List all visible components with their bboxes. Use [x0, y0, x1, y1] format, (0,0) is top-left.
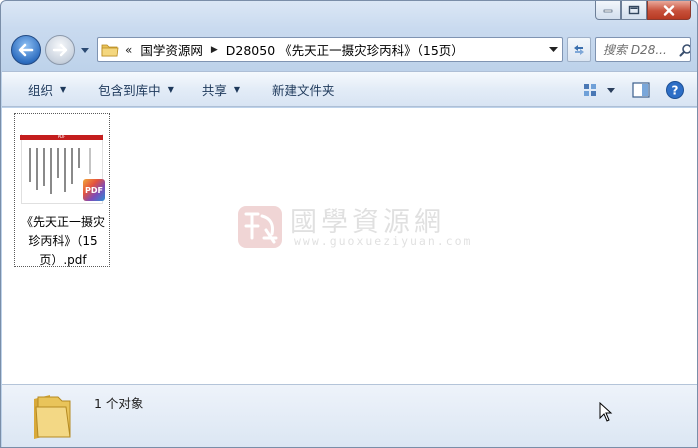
seal-logo-icon	[238, 206, 282, 248]
watermark: 國學資源網 www.guoxueziyuan.com	[236, 200, 506, 252]
preview-pane-button[interactable]	[626, 78, 656, 102]
help-icon: ?	[666, 81, 684, 99]
close-icon	[663, 4, 675, 16]
folder-icon	[101, 44, 119, 56]
search-box[interactable]	[595, 37, 691, 62]
recent-pages-button[interactable]	[79, 43, 91, 57]
breadcrumb-item[interactable]: D28050 《先天正一摄灾珍丙科》（15页）	[226, 40, 464, 59]
preview-pane-icon	[632, 82, 650, 98]
explorer-window: « 国学资源网 ▶ D28050 《先天正一摄灾珍丙科》（15页） 组织	[0, 0, 698, 448]
forward-arrow-icon	[52, 43, 68, 57]
file-item[interactable]: PDF PDF 《先天正一摄灾珍丙科》（15页）.pdf	[14, 113, 110, 267]
share-menu[interactable]: 共享 ▼	[190, 76, 252, 102]
help-button[interactable]: ?	[662, 78, 688, 102]
watermark-url-text: www.guoxueziyuan.com	[294, 234, 473, 248]
minimize-icon	[603, 9, 613, 13]
svg-text:?: ?	[672, 84, 679, 98]
breadcrumb-item[interactable]: 国学资源网	[140, 40, 203, 59]
organize-label: 组织	[28, 82, 54, 98]
chevron-down-icon: ▼	[60, 84, 67, 94]
item-count-text: 1 个对象	[94, 396, 144, 411]
organize-menu[interactable]: 组织 ▼	[16, 76, 78, 102]
forward-button[interactable]	[45, 35, 75, 65]
thumbnail-header-band: PDF	[20, 134, 103, 140]
maximize-icon	[628, 5, 640, 15]
new-folder-button[interactable]: 新建文件夹	[260, 76, 347, 102]
share-label: 共享	[201, 82, 227, 98]
include-in-library-label: 包含到库中	[98, 82, 161, 98]
back-button[interactable]	[11, 35, 41, 65]
address-dropdown-button[interactable]	[544, 38, 562, 61]
refresh-icon	[574, 44, 584, 55]
command-bar: 组织 ▼ 包含到库中 ▼ 共享 ▼ 新建文件夹 ?	[2, 71, 697, 107]
chevron-down-icon: ▼	[233, 84, 241, 94]
details-pane: 1 个对象	[2, 384, 697, 447]
breadcrumb-separator-icon[interactable]: ▶	[211, 45, 218, 55]
maximize-button[interactable]	[621, 1, 647, 20]
folder-icon	[34, 395, 71, 439]
breadcrumb-overflow[interactable]: «	[125, 43, 132, 57]
close-button[interactable]	[647, 1, 691, 20]
view-controls: ?	[582, 78, 688, 102]
file-list-area[interactable]: PDF PDF 《先天正一摄灾珍丙科》（15页）.pdf 國學資源網 www.g…	[2, 108, 697, 384]
view-options-icon	[584, 84, 615, 96]
chevron-down-icon	[548, 46, 558, 52]
thumbnail-band-label: PDF	[57, 134, 66, 139]
include-in-library-menu[interactable]: 包含到库中 ▼	[86, 76, 186, 102]
mouse-cursor-icon	[599, 402, 613, 422]
change-view-button[interactable]	[582, 78, 618, 102]
new-folder-label: 新建文件夹	[272, 82, 335, 98]
caption-buttons	[595, 1, 691, 21]
address-bar[interactable]: « 国学资源网 ▶ D28050 《先天正一摄灾珍丙科》（15页）	[97, 37, 563, 62]
refresh-button[interactable]	[567, 37, 591, 62]
back-arrow-icon	[18, 43, 34, 57]
pdf-file-icon: PDF	[83, 179, 105, 201]
file-name-label[interactable]: 《先天正一摄灾珍丙科》（15页）.pdf	[18, 213, 108, 270]
chevron-down-icon	[81, 48, 89, 53]
minimize-button[interactable]	[595, 1, 621, 20]
search-input[interactable]	[603, 42, 679, 57]
search-icon[interactable]	[679, 43, 690, 57]
navigation-bar: « 国学资源网 ▶ D28050 《先天正一摄灾珍丙科》（15页）	[9, 33, 691, 67]
chevron-down-icon: ▼	[167, 84, 174, 94]
